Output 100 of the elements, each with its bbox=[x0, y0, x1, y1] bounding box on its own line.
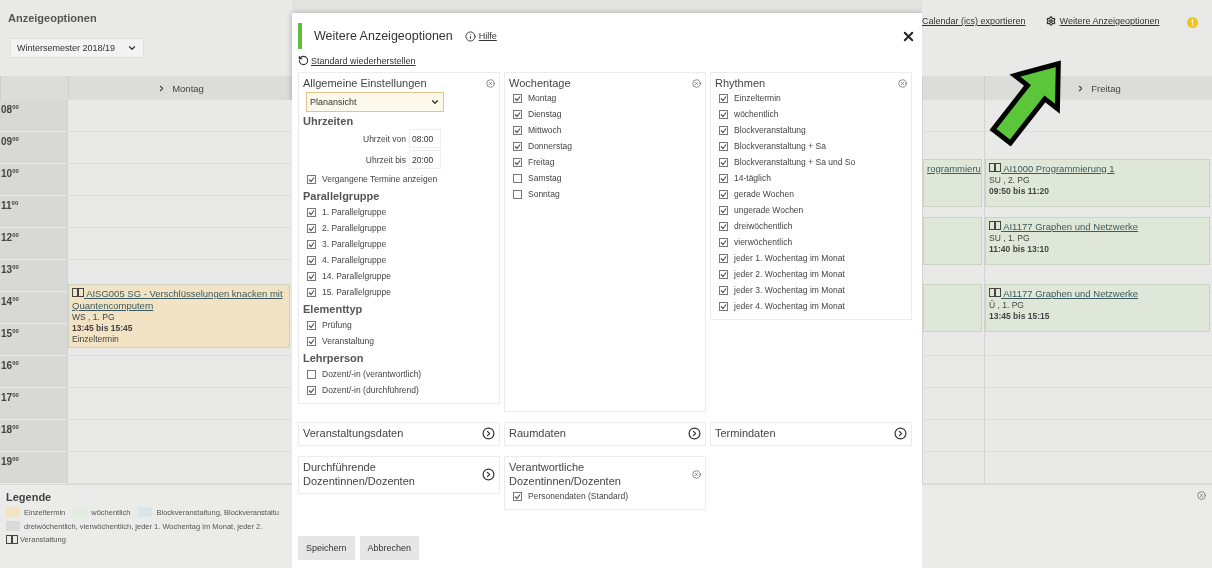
hour-label: 19$^{00}$ bbox=[0, 452, 67, 484]
checkbox-label: 2. Parallelgruppe bbox=[322, 223, 387, 233]
view-select[interactable]: Planansicht bbox=[306, 92, 444, 112]
panel-title: Veranstaltungsdaten bbox=[303, 426, 404, 440]
info-icon bbox=[464, 30, 476, 42]
time-input[interactable]: 08:00 bbox=[409, 129, 441, 148]
checkbox[interactable] bbox=[307, 239, 316, 249]
checkbox[interactable] bbox=[307, 255, 316, 265]
checkbox[interactable] bbox=[513, 173, 522, 183]
checkbox[interactable] bbox=[307, 369, 316, 379]
expand-button[interactable] bbox=[894, 426, 907, 440]
expand-button[interactable] bbox=[482, 467, 495, 481]
collapse-button[interactable] bbox=[692, 469, 701, 479]
checkbox[interactable] bbox=[719, 205, 728, 215]
checkbox-label: 1. Parallelgruppe bbox=[322, 207, 387, 217]
event-time: 09:50 bis 11:20 bbox=[989, 185, 1050, 197]
checkbox[interactable] bbox=[513, 125, 522, 135]
time-input[interactable]: 20:00 bbox=[409, 150, 441, 169]
hour-label: 17$^{00}$ bbox=[0, 388, 67, 420]
event-card[interactable]: AI1000 Programmierung 1 SU , 2. PG 09:50 bis 11:20 bbox=[985, 158, 1210, 207]
checkbox[interactable] bbox=[719, 269, 728, 279]
checkbox[interactable] bbox=[719, 221, 728, 231]
checkbox[interactable] bbox=[513, 157, 522, 167]
event-title-link[interactable]: AI1177 Graphen und Netzwerke bbox=[989, 288, 1206, 300]
event-title-link[interactable]: AI1000 Programmierung 1 bbox=[989, 162, 1206, 175]
checkbox[interactable] bbox=[719, 157, 728, 167]
checkbox[interactable] bbox=[719, 93, 728, 103]
event-card[interactable]: AI1177 Graphen und Netzwerke SU , 1. PG 11:40 bis 13:10 bbox=[985, 217, 1210, 266]
checkbox-label: Blockveranstaltung + Sa und So bbox=[734, 157, 856, 167]
checkbox-label: jeder 3. Wochentag im Monat bbox=[734, 285, 845, 295]
checkbox[interactable] bbox=[307, 207, 316, 217]
caret-icon bbox=[127, 43, 137, 53]
checkbox[interactable] bbox=[719, 125, 728, 135]
checkbox-label: 14. Parallelgruppe bbox=[322, 271, 391, 281]
dialog-button[interactable]: Abbrechen bbox=[359, 536, 420, 560]
event-title-link[interactable]: rogrammieru bbox=[927, 162, 981, 174]
checkbox-label: Blockveranstaltung + Sa bbox=[734, 141, 826, 151]
checkbox[interactable] bbox=[513, 189, 522, 199]
toolbar-link[interactable]: Weitere Anzeigeoptionen bbox=[1045, 16, 1160, 26]
checkbox[interactable] bbox=[513, 491, 522, 501]
dialog-button[interactable]: Speichern bbox=[298, 536, 355, 560]
hour-label: 14$^{00}$ bbox=[0, 292, 67, 324]
checkbox-label: vierwöchentlich bbox=[734, 237, 793, 247]
checkbox-label: Donnerstag bbox=[528, 141, 572, 151]
event-group: Ü , 1. PG bbox=[989, 300, 1206, 311]
event-title-link[interactable]: AISG005 SG - Verschlüsselungen knacken mit Quantencomputern bbox=[72, 288, 286, 312]
checkbox[interactable] bbox=[719, 285, 728, 295]
section-heading: Elementtyp bbox=[303, 303, 364, 315]
hour-label: 08$^{00}$ bbox=[0, 100, 67, 132]
checkbox-label: Dozent/-in (verantwortlich) bbox=[322, 369, 422, 379]
checkbox[interactable] bbox=[513, 93, 522, 103]
checkbox[interactable] bbox=[719, 237, 728, 247]
checkbox-label: Personendaten (Standard) bbox=[528, 491, 629, 501]
checkbox-label: gerade Wochen bbox=[734, 189, 794, 199]
checkbox[interactable] bbox=[513, 141, 522, 151]
collapse-button[interactable] bbox=[898, 78, 907, 88]
expand-button[interactable] bbox=[482, 426, 495, 440]
checkbox[interactable] bbox=[307, 174, 316, 184]
checkbox[interactable] bbox=[719, 189, 728, 199]
expand-button[interactable] bbox=[688, 426, 701, 440]
panel-title: Verantwortliche Dozentinnen/Dozenten bbox=[509, 460, 622, 488]
reset-link[interactable]: Standard wiederherstellen bbox=[298, 55, 416, 66]
checkbox[interactable] bbox=[719, 173, 728, 183]
checkbox[interactable] bbox=[307, 271, 316, 281]
hour-label: 13$^{00}$ bbox=[0, 260, 67, 292]
event-group: SU , 2. PG bbox=[989, 174, 1206, 186]
semester-select[interactable]: Wintersemester 2018/19 bbox=[10, 38, 144, 58]
checkbox[interactable] bbox=[307, 385, 316, 395]
accent-bar bbox=[298, 23, 302, 49]
checkbox[interactable] bbox=[307, 336, 316, 346]
checkbox-label: Samstag bbox=[528, 173, 562, 183]
checkbox[interactable] bbox=[307, 223, 316, 233]
checkbox[interactable] bbox=[513, 109, 522, 119]
checkbox[interactable] bbox=[307, 320, 316, 330]
panel-title: Allgemeine Einstellungen bbox=[303, 76, 427, 90]
checkbox-label: Blockveranstaltung bbox=[734, 125, 806, 135]
checkbox[interactable] bbox=[307, 287, 316, 297]
checkbox[interactable] bbox=[719, 109, 728, 119]
checkbox[interactable] bbox=[719, 253, 728, 263]
event-card[interactable]: AI1177 Graphen und Netzwerke Ü , 1. PG 13:45 bis 15:15 bbox=[985, 284, 1210, 332]
checkbox[interactable] bbox=[719, 141, 728, 151]
close-icon[interactable] bbox=[1197, 491, 1206, 500]
hour-label: 10$^{00}$ bbox=[0, 164, 67, 196]
hour-label: 09$^{00}$ bbox=[0, 132, 67, 164]
collapse-button[interactable] bbox=[486, 78, 495, 88]
day-header[interactable]: Montag bbox=[68, 76, 292, 100]
collapse-button[interactable] bbox=[692, 78, 701, 88]
checkbox-label: Dienstag bbox=[528, 109, 562, 119]
help-link[interactable]: Hilfe bbox=[464, 30, 497, 42]
event-card[interactable]: AISG005 SG - Verschlüsselungen knacken mit Quantencomputern WS , 1. PG 13:45 bis 15:45 Einzeltermin bbox=[68, 284, 290, 348]
panel-title: Wochentage bbox=[509, 76, 571, 90]
checkbox[interactable] bbox=[719, 301, 728, 311]
time-label: Uhrzeit bis bbox=[365, 154, 406, 165]
event-title-link[interactable]: AI1177 Graphen und Netzwerke bbox=[989, 221, 1206, 234]
event-rhythm: Einzeltermin bbox=[72, 334, 120, 345]
book-icon bbox=[989, 288, 1001, 297]
toolbar-link[interactable]: Calendar (ics) exportieren bbox=[922, 16, 1026, 26]
event-card[interactable]: rogrammieru bbox=[923, 158, 982, 207]
book-icon bbox=[6, 535, 18, 544]
event-time: 13:45 bis 15:45 bbox=[72, 323, 134, 334]
